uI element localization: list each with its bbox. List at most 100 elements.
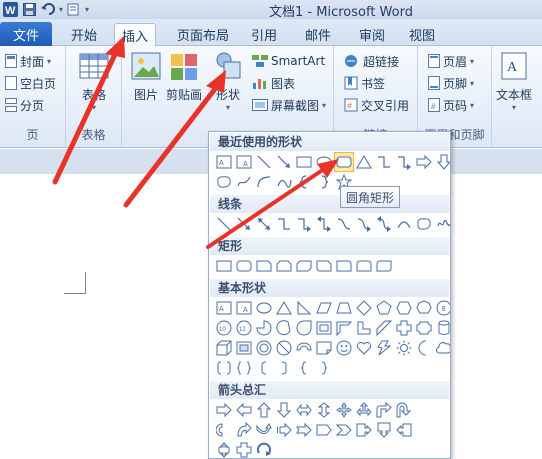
notched-right-arrow-icon[interactable] (295, 421, 313, 439)
line-icon[interactable] (215, 215, 233, 233)
tab-home[interactable]: 开始 (62, 23, 106, 46)
folded-corner-icon[interactable] (315, 339, 333, 357)
block-right-arrow-icon[interactable] (215, 401, 233, 419)
lightning-bolt-icon[interactable] (375, 339, 393, 357)
can-icon[interactable] (435, 319, 450, 337)
picture-button[interactable]: 图片 (130, 50, 162, 103)
snip-single-corner-rect-icon[interactable] (255, 257, 273, 275)
line-shape-icon[interactable] (255, 153, 273, 171)
circular-arrow-icon[interactable] (215, 421, 233, 439)
pentagon-callout-shape-icon[interactable] (215, 173, 233, 191)
block-left-arrow-icon[interactable] (235, 401, 253, 419)
round-diagonal-corner-rect-icon[interactable] (375, 257, 393, 275)
tab-view[interactable]: 视图 (402, 23, 442, 46)
block-arc-icon[interactable] (295, 339, 313, 357)
right-arrow-callout-icon[interactable] (355, 421, 373, 439)
curved-up-arrow-icon[interactable] (255, 421, 273, 439)
oval-shape-icon[interactable] (315, 153, 333, 171)
heptagon-icon[interactable] (415, 299, 433, 317)
left-curly-brace-icon[interactable] (295, 359, 313, 377)
plaque-icon[interactable] (415, 319, 433, 337)
curve-shape-icon[interactable] (275, 173, 293, 191)
smartart-button[interactable]: SmartArt (252, 51, 325, 71)
footer-button[interactable]: 页脚 ▾ (428, 73, 474, 93)
diamond-icon[interactable] (355, 299, 373, 317)
l-shape-icon[interactable] (355, 319, 373, 337)
chord-icon[interactable] (275, 319, 293, 337)
down-arrow-shape-icon[interactable] (435, 153, 450, 171)
hyperlink-button[interactable]: 超链接 (344, 51, 399, 71)
tab-mailings[interactable]: 邮件 (298, 23, 338, 46)
tab-references[interactable]: 引用 (244, 23, 284, 46)
clipart-button[interactable]: 剪贴画 (166, 50, 202, 103)
bookmark-button[interactable]: 书签 (344, 73, 385, 93)
rounded-rect-icon[interactable] (235, 257, 253, 275)
bevel-icon[interactable] (235, 339, 253, 357)
curved-right-arrow-icon[interactable] (235, 421, 253, 439)
arrow-line-shape-icon[interactable] (275, 153, 293, 171)
no-symbol-icon[interactable] (275, 339, 293, 357)
curve-icon[interactable] (395, 215, 413, 233)
cover-page-button[interactable]: 封面 ▾ (5, 51, 51, 71)
chevron-icon[interactable] (335, 421, 353, 439)
tab-review[interactable]: 审阅 (352, 23, 392, 46)
basic-triangle-icon[interactable] (275, 299, 293, 317)
right-curly-brace-icon[interactable] (315, 359, 333, 377)
basic-textbox-icon[interactable]: A (215, 299, 233, 317)
hexagon-icon[interactable] (395, 299, 413, 317)
snip-diagonal-corner-rect-icon[interactable] (295, 257, 313, 275)
dodecagon-icon[interactable]: 12 (235, 319, 253, 337)
right-brace-shape-icon[interactable] (315, 173, 333, 191)
freeform-shape-icon[interactable] (235, 173, 253, 191)
pentagon-arrow-icon[interactable] (315, 421, 333, 439)
quad-arrow-icon[interactable] (335, 401, 353, 419)
sun-icon[interactable] (395, 339, 413, 357)
shapes-button[interactable]: 形状 ▾ (212, 50, 244, 112)
elbow-connector-icon[interactable] (275, 215, 293, 233)
page-number-button[interactable]: # 页码 ▾ (428, 95, 474, 115)
freeform-icon[interactable] (415, 215, 433, 233)
heart-icon[interactable] (355, 339, 373, 357)
pentagon-icon[interactable] (375, 299, 393, 317)
arrow-icon[interactable] (235, 215, 253, 233)
curved-arrow-connector-icon[interactable] (355, 215, 373, 233)
tab-insert[interactable]: 插入 (114, 23, 156, 46)
cube-icon[interactable] (215, 339, 233, 357)
chart-button[interactable]: 图表 (252, 73, 295, 93)
snip-same-side-corner-rect-icon[interactable] (275, 257, 293, 275)
parallelogram-icon[interactable] (315, 299, 333, 317)
right-arrow-shape-icon[interactable] (415, 153, 433, 171)
rect-icon[interactable] (215, 257, 233, 275)
rectangle-shape-icon[interactable] (295, 153, 313, 171)
elbow-connector-shape-icon[interactable] (375, 153, 393, 171)
triangle-shape-icon[interactable] (355, 153, 373, 171)
arc-shape-icon[interactable] (255, 173, 273, 191)
left-right-up-arrow-icon[interactable] (355, 401, 373, 419)
page-break-button[interactable]: 分页 (5, 95, 44, 115)
textbox-button[interactable]: A 文本框 ▾ (496, 50, 532, 112)
striped-right-arrow-icon[interactable] (275, 421, 293, 439)
pie-icon[interactable] (255, 319, 273, 337)
round-same-side-corner-rect-icon[interactable] (355, 257, 373, 275)
vertical-textbox-shape-icon[interactable]: A (235, 153, 253, 171)
snip-round-corner-rect-icon[interactable] (315, 257, 333, 275)
diagonal-stripe-icon[interactable] (375, 319, 393, 337)
double-arrow-icon[interactable] (255, 215, 273, 233)
donut-icon[interactable] (255, 339, 273, 357)
teardrop-icon[interactable] (295, 319, 313, 337)
elbow-double-arrow-connector-icon[interactable] (315, 215, 333, 233)
u-turn-arrow-icon[interactable] (395, 401, 413, 419)
moon-icon[interactable] (415, 339, 433, 357)
tab-page-layout[interactable]: 页面布局 (168, 23, 238, 46)
right-triangle-icon[interactable] (295, 299, 313, 317)
cloud-icon[interactable] (435, 339, 450, 357)
left-arrow-callout-icon[interactable] (395, 421, 413, 439)
tab-file[interactable]: 文件 (0, 22, 52, 46)
smiley-face-icon[interactable] (335, 339, 353, 357)
frame-icon[interactable] (315, 319, 333, 337)
circular-arrow-2-icon[interactable] (255, 441, 273, 458)
half-frame-icon[interactable] (335, 319, 353, 337)
curved-connector-icon[interactable] (335, 215, 353, 233)
down-arrow-callout-icon[interactable] (375, 421, 393, 439)
quad-arrow-callout-icon[interactable] (215, 441, 233, 458)
